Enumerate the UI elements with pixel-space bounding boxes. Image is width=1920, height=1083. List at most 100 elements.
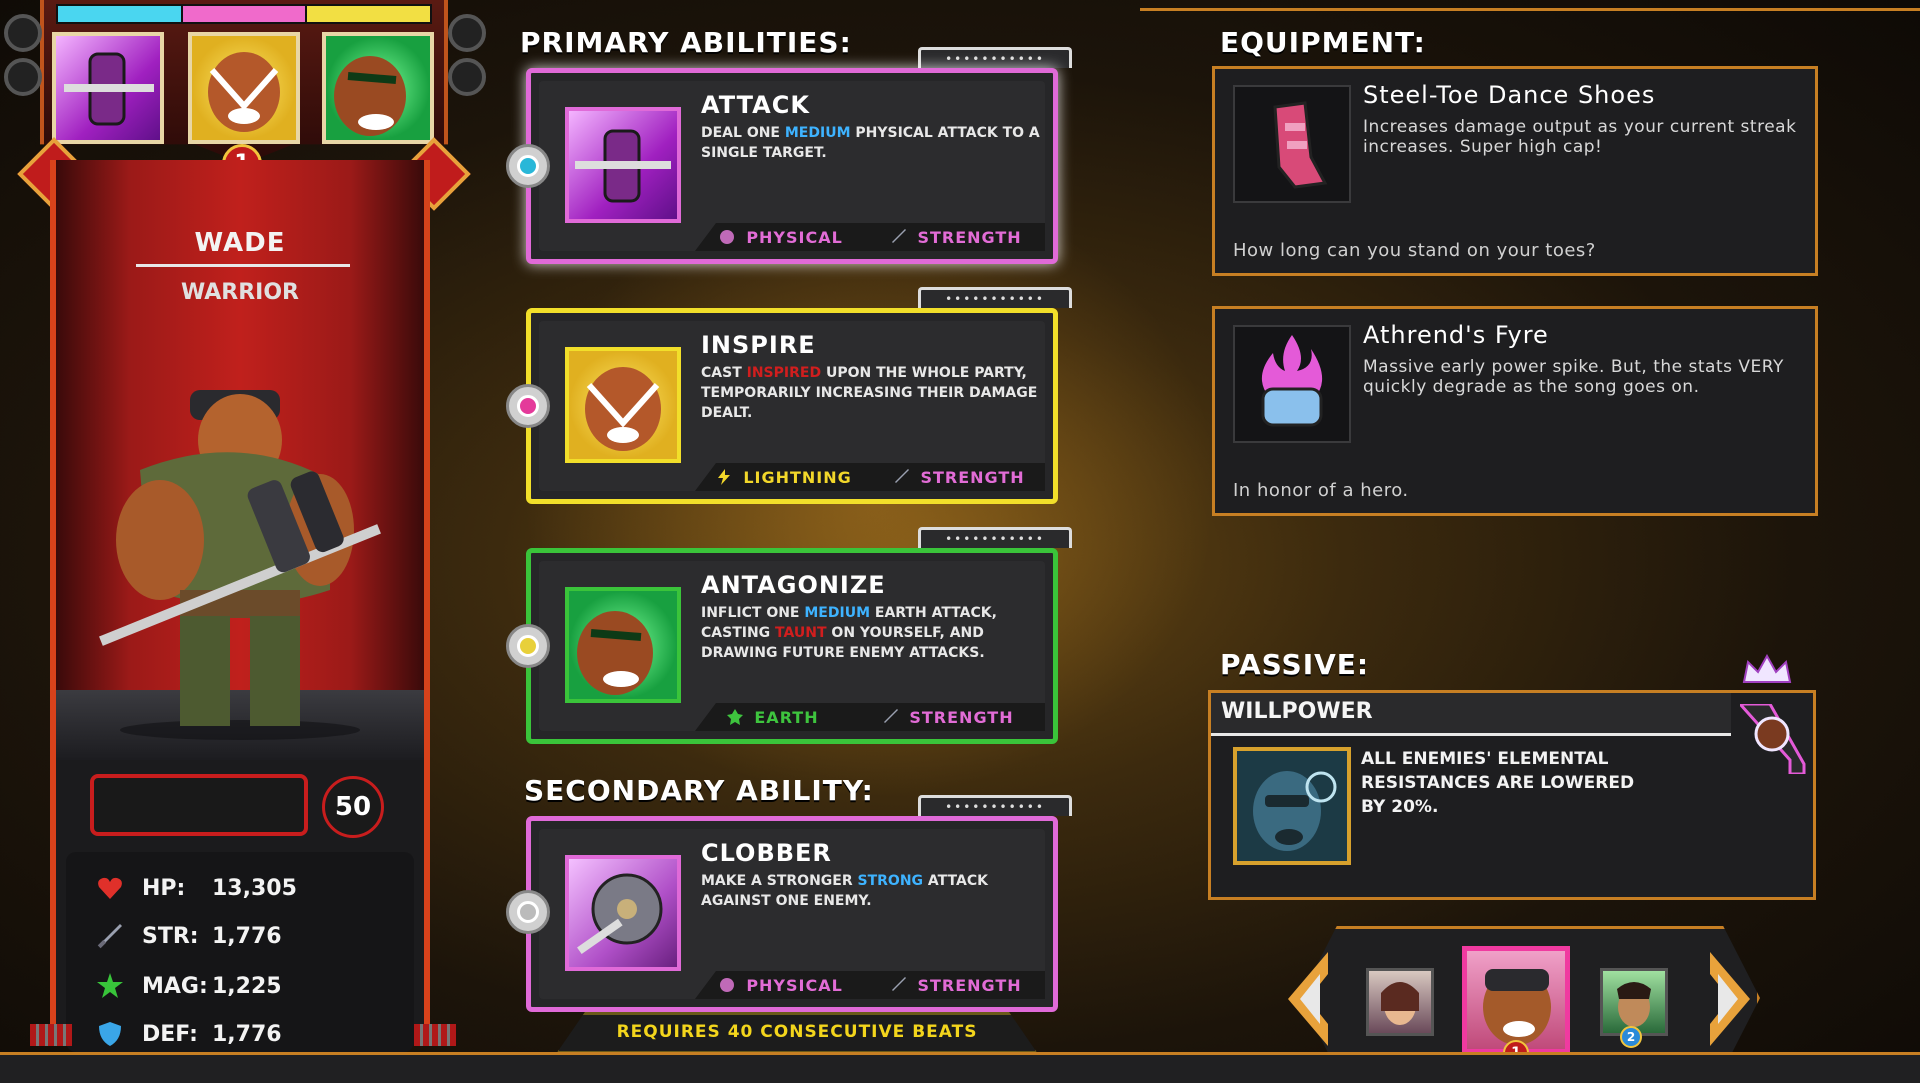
ability-tag-bar: EARTH STRENGTH <box>695 703 1045 731</box>
heart-icon <box>98 877 122 899</box>
star-icon <box>97 973 123 998</box>
stat-row-str: STR: 1,776 <box>96 918 282 954</box>
speaker-icon <box>448 14 486 52</box>
stat-value: 13,305 <box>212 875 297 901</box>
stats-box: HP: 13,305 STR: 1,776 MAG: 1,225 DEF: 1,… <box>66 852 414 1052</box>
primary-abilities-title: PRIMARY ABILITIES: <box>520 26 852 59</box>
selector-core <box>517 901 539 923</box>
ability-card-clobber[interactable]: CLOBBER MAKE A STRONGER STRONG ATTACK AG… <box>526 816 1058 1012</box>
speaker-icon <box>4 58 42 96</box>
barbell-icon <box>575 129 671 203</box>
ability-slot-selector[interactable] <box>506 144 550 188</box>
ability-name: ATTACK <box>701 91 810 119</box>
bottom-strip <box>0 1052 1920 1083</box>
equipment-description: Massive early power spike. But, the stat… <box>1363 357 1784 397</box>
crown-icon <box>1742 654 1792 683</box>
equipment-item[interactable]: Athrend's Fyre Massive early power spike… <box>1212 306 1818 516</box>
ability-slot-selector[interactable] <box>506 624 550 668</box>
equipment-description: Increases damage output as your current … <box>1363 117 1797 157</box>
desc-text: MAKE A STRONGER <box>701 873 858 889</box>
stat-label: STR: <box>142 923 199 949</box>
ability-card-inspire[interactable]: INSPIRE CAST INSPIRED UPON THE WHOLE PAR… <box>526 308 1058 504</box>
warrior-character-figure <box>99 390 381 740</box>
team-portrait-1[interactable] <box>52 32 164 144</box>
ability-description: INFLICT ONE MEDIUM EARTH ATTACK, CASTING… <box>701 603 1051 663</box>
party-member-active[interactable] <box>1462 946 1570 1054</box>
barbell-icon <box>64 52 154 126</box>
attack-ability-icon <box>565 107 681 223</box>
character-class: WARRIOR <box>180 280 299 305</box>
speaker-icon <box>4 14 42 52</box>
element-tag: EARTH <box>726 708 818 727</box>
sword-icon <box>895 469 910 483</box>
character-name: WADE <box>194 228 286 258</box>
equipment-title: EQUIPMENT: <box>1220 26 1426 59</box>
passive-name: WILLPOWER <box>1221 699 1373 724</box>
party-next-arrow-icon[interactable] <box>1700 944 1760 1054</box>
stat-value: 1,776 <box>212 1021 282 1047</box>
passive-title: PASSIVE: <box>1220 648 1370 681</box>
ability-card-antagonize[interactable]: ANTAGONIZE INFLICT ONE MEDIUM EARTH ATTA… <box>526 548 1058 744</box>
stat-value: 1,225 <box>212 973 282 999</box>
element-tag-label: PHYSICAL <box>746 975 843 995</box>
team-portrait-2[interactable] <box>188 32 300 144</box>
ability-description: MAKE A STRONGER STRONG ATTACK AGAINST ON… <box>701 871 1051 911</box>
stat-value: 1,776 <box>212 923 282 949</box>
team-bar-segment-3 <box>307 6 431 22</box>
desc-highlight: MEDIUM <box>804 605 870 621</box>
stage-post-right <box>414 1024 456 1046</box>
ability-tag-bar: PHYSICAL STRENGTH <box>695 971 1045 999</box>
willpower-icon <box>1233 747 1351 865</box>
desc-text: CAST <box>701 365 747 381</box>
stat-tag: STRENGTH <box>881 708 1013 727</box>
earth-icon <box>727 709 744 725</box>
ability-name: ANTAGONIZE <box>701 571 886 599</box>
party-member-left[interactable] <box>1366 968 1434 1036</box>
selector-core <box>517 635 539 657</box>
clobber-ability-icon <box>565 855 681 971</box>
ability-description: DEAL ONE MEDIUM PHYSICAL ATTACK TO A SIN… <box>701 123 1051 163</box>
sword-icon <box>892 229 907 243</box>
selector-core <box>517 395 539 417</box>
stat-tag: STRENGTH <box>892 468 1024 487</box>
ability-tag-bar: LIGHTNING STRENGTH <box>695 463 1045 491</box>
sword-icon <box>884 709 899 723</box>
character-level: 50 <box>322 776 384 838</box>
stage-post-left <box>30 1024 72 1046</box>
desc-highlight: INSPIRED <box>746 365 822 381</box>
shield-icon <box>99 1022 121 1046</box>
desc-text: INFLICT ONE <box>701 605 805 621</box>
stat-row-hp: HP: 13,305 <box>96 870 297 906</box>
party-prev-arrow-icon[interactable] <box>1278 944 1338 1054</box>
name-underline <box>136 264 350 267</box>
party-member-portrait <box>1483 969 1551 1045</box>
passive-card[interactable]: WILLPOWER ALL ENEMIES' ELEMENTAL RESISTA… <box>1208 690 1816 900</box>
fist-icon <box>720 230 735 244</box>
equipment-item[interactable]: Steel-Toe Dance Shoes Increases damage o… <box>1212 66 1818 276</box>
ability-slot-selector[interactable] <box>506 384 550 428</box>
element-tag: LIGHTNING <box>715 468 851 487</box>
ability-card-tab: ••••••••••• <box>918 47 1072 68</box>
passive-character-emblem-icon <box>1740 704 1806 774</box>
ability-name: CLOBBER <box>701 839 832 867</box>
ability-requirement: REQUIRES 40 CONSECUTIVE BEATS <box>556 1012 1038 1054</box>
ability-description: CAST INSPIRED UPON THE WHOLE PARTY, TEMP… <box>701 363 1051 423</box>
stat-tag: STRENGTH <box>889 976 1021 995</box>
desc-highlight: STRONG <box>857 873 924 889</box>
stat-row-mag: MAG: 1,225 <box>96 968 282 1004</box>
element-tag-label: EARTH <box>754 707 819 727</box>
ability-card-tab: ••••••••••• <box>918 527 1072 548</box>
team-portrait-3[interactable] <box>322 32 434 144</box>
willpower-icon <box>1253 771 1337 851</box>
stat-tag-label: STRENGTH <box>917 975 1022 995</box>
stat-tag-label: STRENGTH <box>917 227 1022 247</box>
desc-highlight: TAUNT <box>775 625 827 641</box>
top-divider <box>1140 8 1920 11</box>
ability-slot-selector[interactable] <box>506 890 550 934</box>
ability-card-attack[interactable]: ATTACK DEAL ONE MEDIUM PHYSICAL ATTACK T… <box>526 68 1058 264</box>
element-tag-label: LIGHTNING <box>743 467 852 487</box>
character-nickname-field[interactable] <box>90 774 308 836</box>
sword-icon <box>892 977 907 991</box>
ability-tag-bar: PHYSICAL STRENGTH <box>695 223 1045 251</box>
desc-highlight: MEDIUM <box>784 125 851 141</box>
